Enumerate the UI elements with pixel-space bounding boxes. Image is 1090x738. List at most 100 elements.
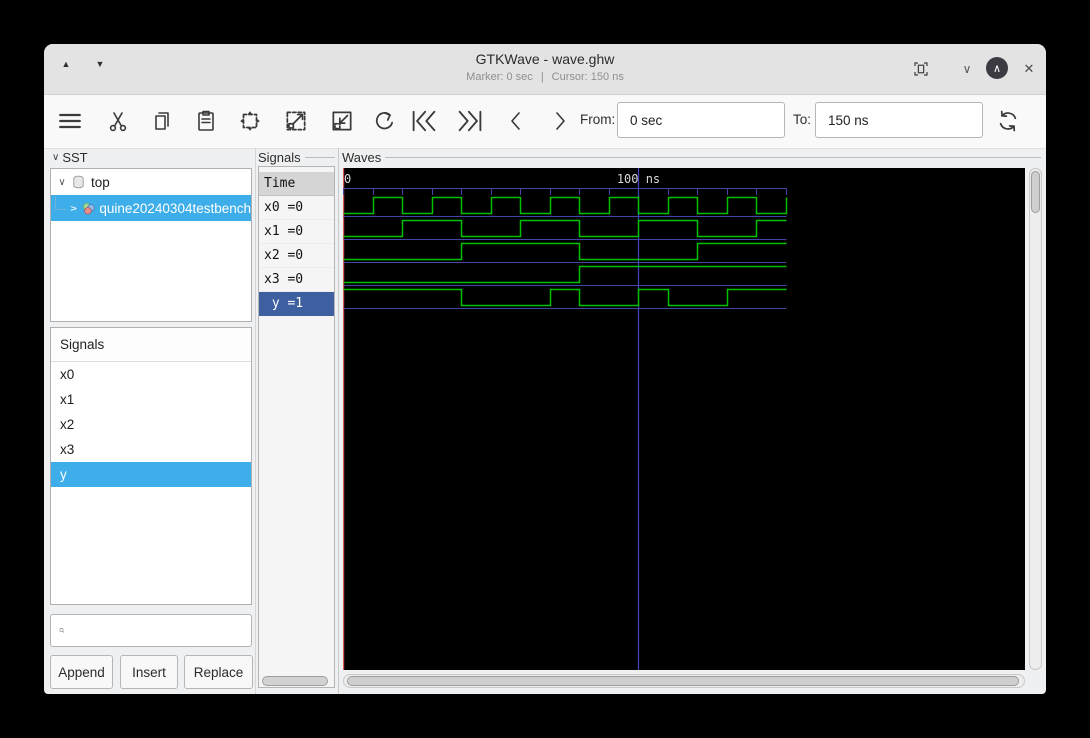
zoom-out-button[interactable] — [326, 105, 358, 137]
skip-to-end-icon — [458, 110, 482, 132]
waves-frame-label: Waves — [342, 150, 1041, 165]
database-icon — [73, 175, 84, 189]
waves-hscroll-thumb[interactable] — [347, 676, 1019, 686]
marker-status: Marker: 0 sec — [466, 71, 533, 83]
signal-list-header: Signals — [51, 328, 251, 362]
minimize-button[interactable]: ∨ — [956, 58, 978, 80]
gtkwave-window: ▲ ▼ GTKWave - wave.ghw Marker: 0 sec | Cur… — [44, 44, 1046, 694]
trace-y — [343, 288, 787, 307]
zoom-fit-button[interactable] — [234, 105, 266, 137]
wave-plot[interactable]: 0 100 ns — [343, 168, 1025, 670]
from-label: From: — [580, 112, 616, 127]
name-row-x3[interactable]: x3 =0 — [259, 268, 334, 292]
tree-item-top[interactable]: ∨ top — [51, 169, 251, 195]
replace-button[interactable]: Replace — [184, 655, 253, 689]
name-row-x0[interactable]: x0 =0 — [259, 196, 334, 220]
screen: ▲ ▼ GTKWave - wave.ghw Marker: 0 sec | Cur… — [0, 0, 1090, 738]
list-item-x2[interactable]: x2 — [51, 412, 251, 437]
pane-divider-waves[interactable] — [338, 148, 339, 694]
toolbar: From: To: — [44, 95, 1046, 149]
chevron-left-icon — [511, 112, 520, 130]
reload-button[interactable] — [992, 105, 1024, 137]
name-row-x1[interactable]: x1 =0 — [259, 220, 334, 244]
name-row-y[interactable]: y =1 — [259, 292, 334, 316]
svg-text:0: 0 — [344, 172, 351, 186]
trace-x3 — [343, 265, 787, 284]
name-row-x2[interactable]: x2 =0 — [259, 244, 334, 268]
names-panel-label: Signals — [258, 150, 301, 165]
list-item-x3[interactable]: x3 — [51, 437, 251, 462]
append-label: Append — [58, 664, 105, 680]
prev-edge-button[interactable] — [500, 105, 532, 137]
tree-connector — [55, 196, 65, 210]
names-hscroll-thumb[interactable] — [262, 676, 328, 686]
list-item-x1[interactable]: x1 — [51, 387, 251, 412]
undo-icon — [375, 112, 393, 130]
pane-divider-left[interactable] — [255, 148, 256, 694]
time-header[interactable]: Time — [259, 172, 334, 196]
list-item-y[interactable]: y — [51, 462, 251, 487]
waves-panel-label: Waves — [342, 150, 382, 165]
zoom-in-icon — [286, 111, 306, 131]
menu-icon — [59, 113, 81, 129]
status-divider: | — [540, 71, 544, 83]
signal-list-panel: Signals x0 x1 x2 x3 y — [50, 327, 252, 605]
append-button[interactable]: Append — [50, 655, 113, 689]
cursor-status: Cursor: 150 ns — [551, 71, 624, 83]
waves-vscrollbar[interactable] — [1029, 168, 1042, 670]
replace-label: Replace — [193, 664, 244, 680]
chevron-up-icon: ∧ — [992, 62, 1002, 75]
paste-button[interactable] — [190, 105, 222, 137]
reload-icon — [999, 110, 1017, 132]
chevron-down-icon: ∨ — [962, 62, 972, 76]
search-input[interactable] — [71, 614, 251, 647]
waves-hscrollbar[interactable] — [343, 674, 1025, 688]
maximize-button[interactable] — [910, 58, 932, 80]
insert-button[interactable]: Insert — [120, 655, 178, 689]
trace-x1 — [343, 219, 787, 238]
cut-button[interactable] — [102, 105, 134, 137]
window-title: GTKWave - wave.ghw — [475, 51, 615, 67]
tree-item-label: quine20240304testbench — [99, 200, 251, 216]
skip-to-start-icon — [412, 110, 436, 132]
window-status: Marker: 0 sec | Cursor: 150 ns — [44, 71, 1046, 83]
signal-search — [50, 614, 252, 647]
sst-expander-icon: ∨ — [52, 152, 60, 163]
shade-button[interactable]: ∧ — [986, 57, 1008, 79]
svg-text:100 ns: 100 ns — [617, 172, 660, 186]
zoom-in-button[interactable] — [280, 105, 312, 137]
undo-button[interactable] — [368, 105, 400, 137]
titlebar[interactable]: ▲ ▼ GTKWave - wave.ghw Marker: 0 sec | Cur… — [44, 44, 1046, 95]
close-icon: ✕ — [1023, 61, 1035, 76]
trace-x0 — [343, 196, 788, 215]
tree-item-label: top — [91, 174, 110, 190]
go-to-start-button[interactable] — [408, 105, 440, 137]
to-input[interactable] — [815, 102, 983, 138]
next-edge-button[interactable] — [544, 105, 576, 137]
copy-icon — [155, 112, 169, 130]
paste-icon — [198, 110, 214, 131]
menu-button[interactable] — [54, 105, 86, 137]
zoom-out-icon — [332, 111, 352, 131]
chevron-right-icon — [556, 112, 565, 130]
insert-label: Insert — [132, 664, 166, 680]
sst-tree: ∨ top ∨ quine20240304testbench — [50, 168, 252, 322]
go-to-end-button[interactable] — [454, 105, 486, 137]
tree-item-testbench[interactable]: ∨ quine20240304testbench — [51, 195, 251, 221]
maximize-icon — [914, 62, 928, 76]
sst-label: SST — [62, 150, 88, 165]
expander-open-icon: ∨ — [58, 176, 66, 188]
close-button[interactable]: ✕ — [1018, 58, 1040, 80]
search-icon — [59, 628, 65, 633]
expander-closed-icon: ∨ — [68, 204, 80, 212]
scissors-icon — [109, 112, 127, 132]
trace-x2 — [343, 242, 787, 261]
signal-names-panel: Time x0 =0 x1 =0 x2 =0 x3 =0 y =1 — [258, 166, 335, 688]
waves-vscroll-thumb[interactable] — [1031, 171, 1040, 213]
names-frame-label: Signals — [258, 150, 335, 165]
frame-line — [304, 157, 335, 158]
copy-button[interactable] — [146, 105, 178, 137]
from-input[interactable] — [617, 102, 785, 138]
sst-frame-label[interactable]: ∨ SST — [52, 150, 252, 165]
list-item-x0[interactable]: x0 — [51, 362, 251, 387]
